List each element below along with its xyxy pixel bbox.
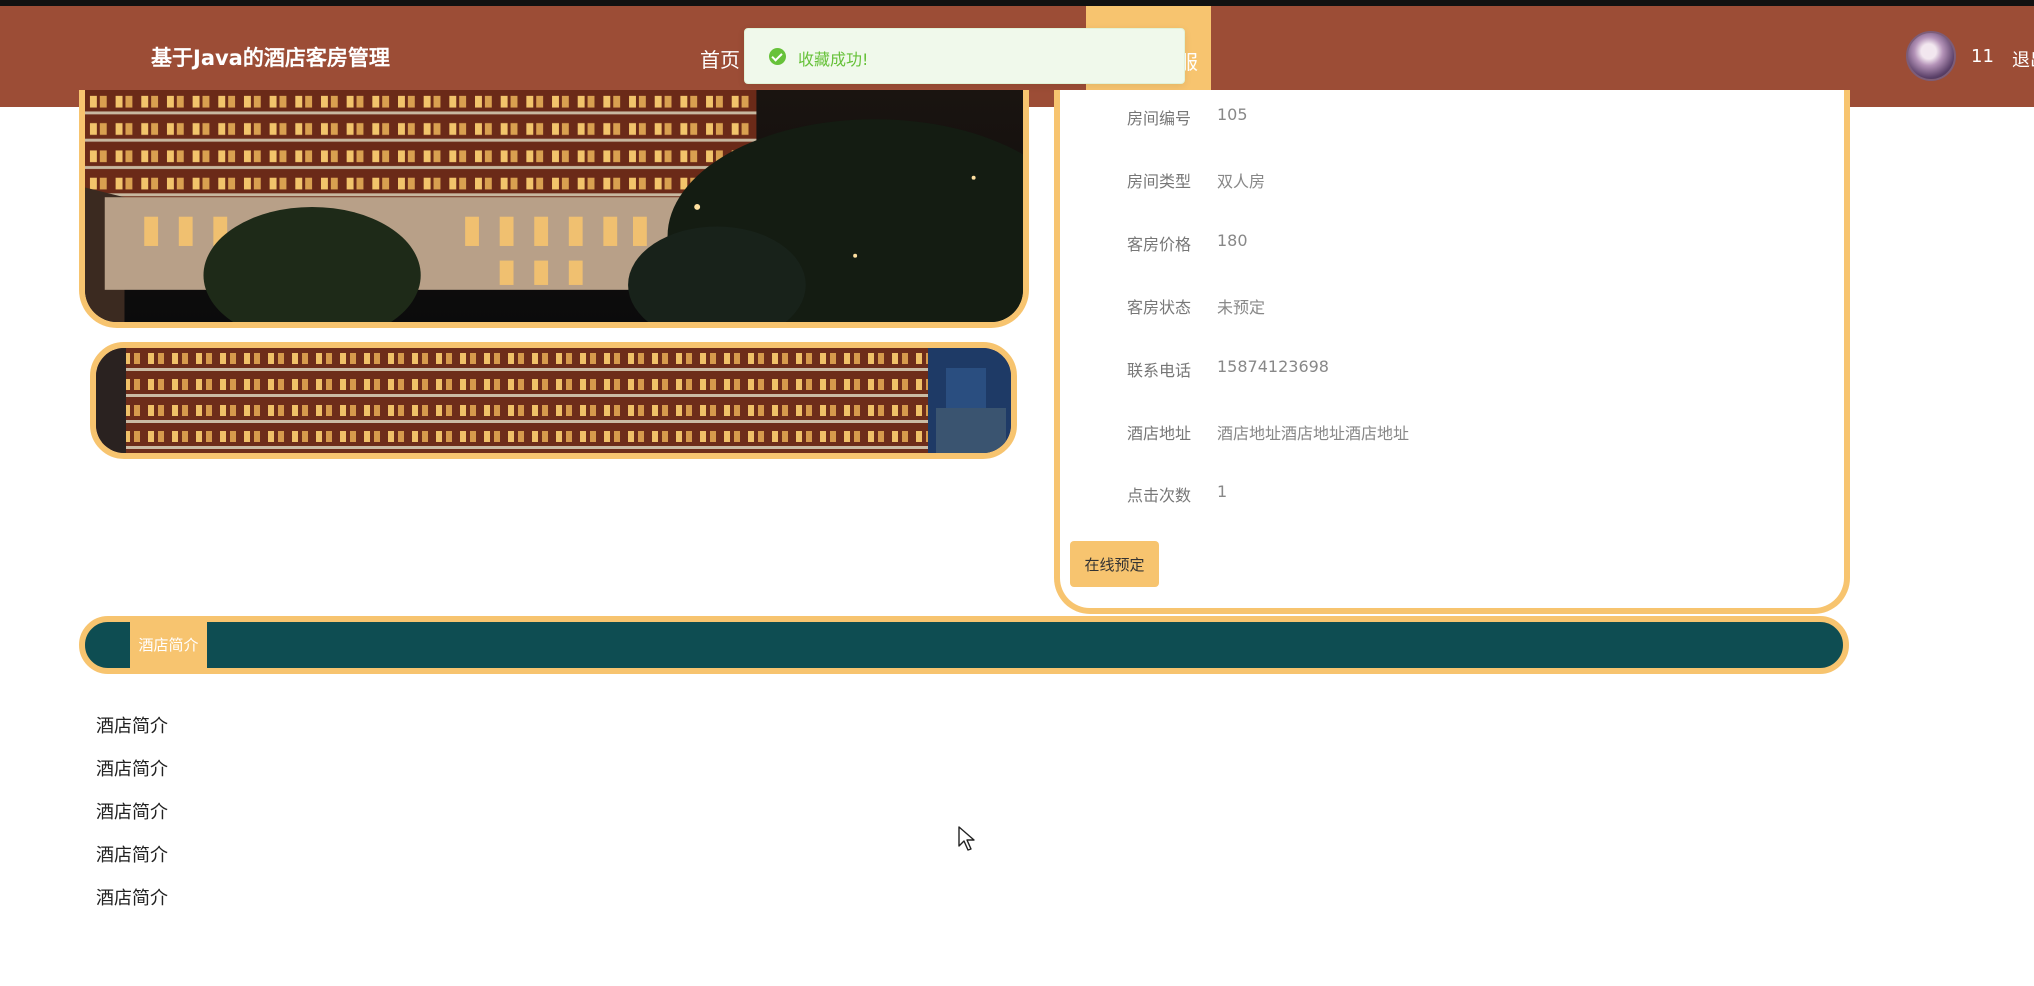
click-count-value: 1: [1217, 482, 1228, 501]
room-type-value: 双人房: [1217, 172, 1266, 191]
nav-item-home[interactable]: 首页: [700, 44, 740, 73]
intro-line: 酒店简介: [96, 716, 168, 737]
success-toast: 收藏成功!: [744, 28, 1185, 84]
info-row-room-type: 房间类型 双人房: [1060, 168, 1844, 192]
phone-label: 联系电话: [1127, 361, 1192, 380]
room-status-value: 未预定: [1217, 298, 1266, 317]
address-label: 酒店地址: [1127, 424, 1192, 443]
info-row-phone: 联系电话 15874123698: [1060, 357, 1844, 381]
logout-link[interactable]: 退出: [2012, 46, 2034, 72]
room-number-label: 房间编号: [1127, 109, 1192, 128]
info-row-address: 酒店地址 酒店地址酒店地址酒店地址: [1060, 420, 1844, 444]
click-count-label: 点击次数: [1127, 486, 1192, 505]
address-value: 酒店地址酒店地址酒店地址: [1217, 424, 1410, 443]
phone-value: 15874123698: [1217, 357, 1329, 376]
user-avatar[interactable]: [1906, 31, 1956, 81]
intro-line: 酒店简介: [96, 845, 168, 866]
tab-hotel-intro[interactable]: 酒店简介: [130, 622, 207, 668]
hotel-night-photo: [85, 90, 1023, 322]
room-price-value: 180: [1217, 231, 1248, 250]
info-row-room-status: 客房状态 未预定: [1060, 294, 1844, 318]
hotel-thumbnail-image: [96, 348, 1011, 453]
room-status-label: 客房状态: [1127, 298, 1192, 317]
info-row-click-count: 点击次数 1: [1060, 482, 1844, 506]
hotel-main-photo[interactable]: [79, 90, 1029, 328]
intro-line: 酒店简介: [96, 802, 168, 823]
info-row-room-price: 客房价格 180: [1060, 231, 1844, 255]
info-row-room-number: 房间编号 105: [1060, 105, 1844, 129]
toast-message: 收藏成功!: [798, 50, 869, 69]
room-price-label: 客房价格: [1127, 235, 1192, 254]
hotel-thumbnail-photo[interactable]: [90, 342, 1017, 459]
intro-line: 酒店简介: [96, 888, 168, 909]
mouse-pointer-icon: [958, 826, 975, 851]
room-number-value: 105: [1217, 105, 1248, 124]
username[interactable]: 11: [1971, 46, 1994, 67]
intro-tab-bar: 酒店简介: [79, 616, 1849, 674]
site-title[interactable]: 基于Java的酒店客房管理: [151, 42, 390, 72]
intro-line: 酒店简介: [96, 759, 168, 780]
room-type-label: 房间类型: [1127, 172, 1192, 191]
book-online-button[interactable]: 在线预定: [1070, 541, 1159, 587]
check-circle-icon: [769, 48, 786, 65]
room-info-panel: 房间编号 105 房间类型 双人房 客房价格 180 客房状态 未预定 联系电话…: [1054, 90, 1850, 614]
